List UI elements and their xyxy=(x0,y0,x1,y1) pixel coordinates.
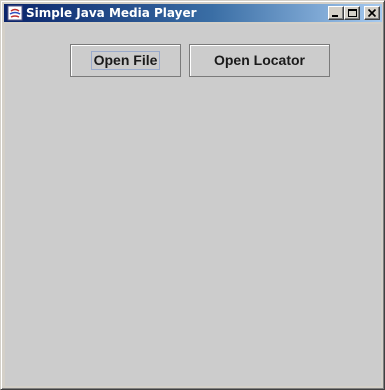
open-file-button[interactable]: Open File xyxy=(70,44,181,77)
java-app-icon[interactable] xyxy=(7,5,23,21)
maximize-icon xyxy=(348,9,357,17)
open-locator-label: Open Locator xyxy=(213,52,305,68)
player-content-area: Open File Open Locator xyxy=(5,24,381,386)
maximize-button[interactable] xyxy=(344,6,360,20)
minimize-button[interactable] xyxy=(328,6,344,20)
title-bar[interactable]: Simple Java Media Player xyxy=(4,4,382,22)
minimize-icon xyxy=(332,15,338,17)
close-icon xyxy=(367,8,377,18)
media-player-window: Simple Java Media Player Open File Open … xyxy=(0,0,385,390)
window-title: Simple Java Media Player xyxy=(26,6,197,20)
close-button[interactable] xyxy=(364,6,380,20)
open-locator-button[interactable]: Open Locator xyxy=(189,44,330,77)
open-file-label: Open File xyxy=(90,51,161,70)
